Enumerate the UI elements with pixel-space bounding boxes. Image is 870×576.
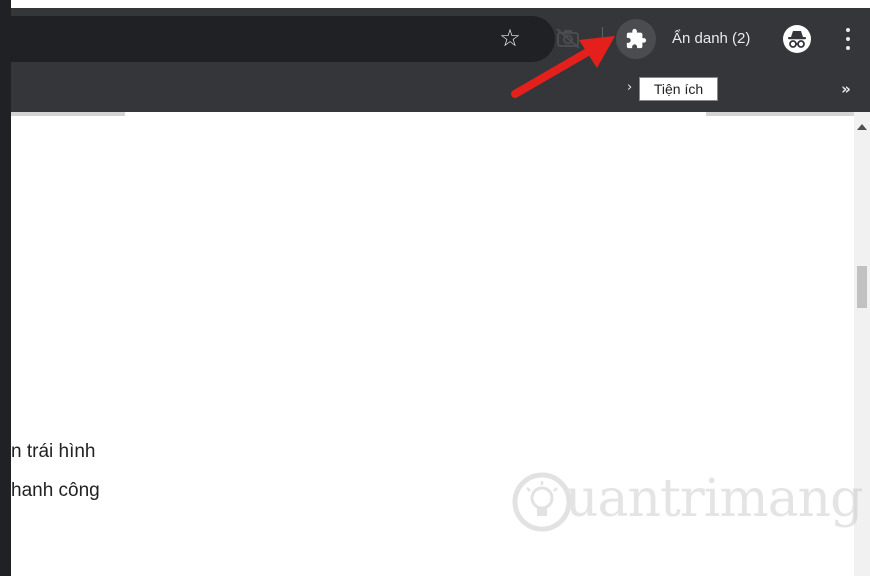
scroll-up-arrow-icon[interactable] [857, 124, 867, 130]
incognito-icon [783, 25, 811, 53]
scrollbar-thumb[interactable] [857, 266, 867, 308]
watermark-text: uantrimang [565, 469, 863, 529]
bookmark-chevron-partial[interactable]: › [627, 78, 632, 98]
watermark-logo: uantrimang [511, 465, 863, 539]
window-top-edge [0, 0, 870, 8]
window-left-edge [0, 0, 11, 576]
red-arrow-annotation [511, 36, 615, 98]
lightbulb-logo-icon [512, 472, 572, 532]
bookmarks-overflow-button[interactable]: » [835, 79, 857, 101]
incognito-profile-button[interactable]: Ẩn danh (2) [672, 20, 826, 58]
browser-toolbar: ☆ Ẩn danh (2) [11, 8, 870, 70]
profile-label: Ẩn danh (2) [672, 30, 751, 47]
extensions-tooltip: Tiện ích [639, 77, 718, 101]
more-menu-icon[interactable] [838, 24, 858, 54]
article-text-line: hanh công [11, 480, 100, 501]
puzzle-extensions-icon [626, 28, 647, 49]
bookmarks-bar: › » [11, 70, 870, 112]
article-text-line: n trái hình [11, 441, 96, 462]
address-bar[interactable] [11, 16, 555, 62]
extensions-button[interactable] [616, 19, 656, 59]
